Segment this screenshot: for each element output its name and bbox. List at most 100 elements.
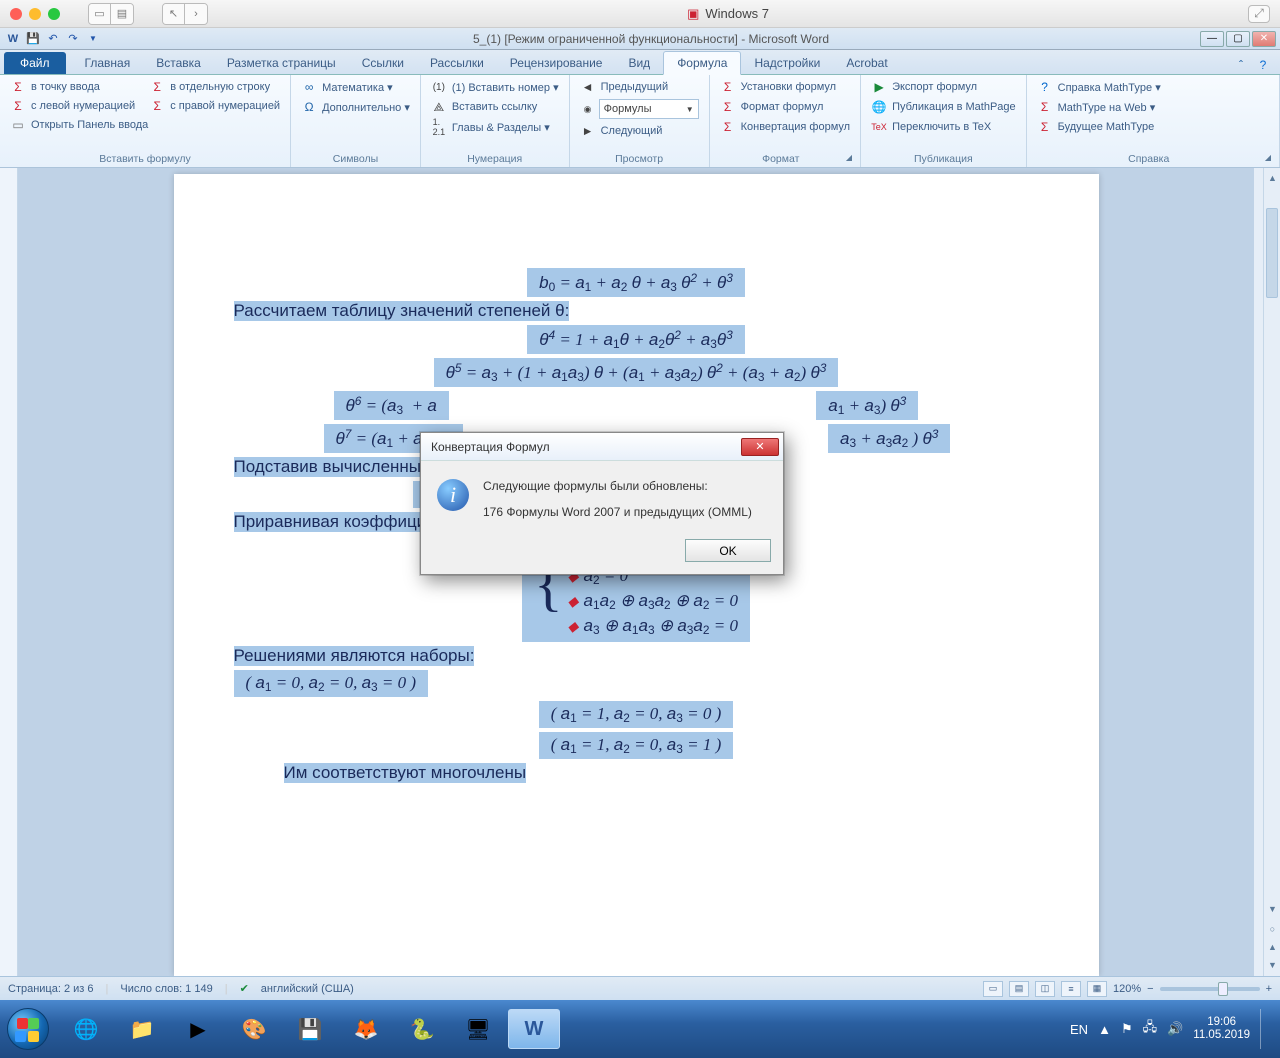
tab-insert[interactable]: Вставка <box>143 52 214 74</box>
cmd-next[interactable]: ►Следующий <box>576 122 703 140</box>
qat-dropdown-icon[interactable]: ▼ <box>84 30 102 48</box>
chapters-icon: 1.2.1 <box>431 119 447 135</box>
cmd-insert-number[interactable]: (1)(1) Вставить номер ▾ <box>427 78 563 96</box>
tab-review[interactable]: Рецензирование <box>497 52 616 74</box>
dialog-close-button[interactable]: ✕ <box>741 438 779 456</box>
redo-icon[interactable]: ↷ <box>64 30 82 48</box>
dialog-title: Конвертация Формул <box>431 440 550 454</box>
web-layout-view-button[interactable]: ◫ <box>1035 981 1055 997</box>
dialog-ok-button[interactable]: OK <box>685 539 771 562</box>
tray-network-icon[interactable]: 🖧 <box>1143 1018 1158 1040</box>
tab-mailings[interactable]: Рассылки <box>417 52 497 74</box>
status-page[interactable]: Страница: 2 из 6 <box>8 983 94 995</box>
taskbar-word[interactable]: W <box>508 1009 560 1049</box>
tray-flag-icon[interactable]: ⚑ <box>1121 1021 1133 1037</box>
cmd-export-formulas[interactable]: ▶Экспорт формул <box>867 78 1020 96</box>
cmd-publish-mathpage[interactable]: 🌐Публикация в MathPage <box>867 98 1020 116</box>
browse-object-icon[interactable]: ○ <box>1265 921 1280 936</box>
draft-view-button[interactable]: ▦ <box>1087 981 1107 997</box>
zoom-window-button[interactable] <box>48 8 60 20</box>
taskbar-media[interactable]: ▶ <box>172 1009 224 1049</box>
cmd-insert-reference[interactable]: ⟁Вставить ссылку <box>427 98 563 116</box>
prev-page-icon[interactable]: ▲ <box>1265 939 1280 954</box>
statusbar: Страница: 2 из 6 | Число слов: 1 149 | ✔… <box>0 976 1280 1000</box>
undo-icon[interactable]: ↶ <box>44 30 62 48</box>
status-wordcount[interactable]: Число слов: 1 149 <box>120 983 212 995</box>
taskbar-app2[interactable]: 💾 <box>284 1009 336 1049</box>
minimize-button[interactable]: — <box>1200 31 1224 47</box>
cmd-right-numbering[interactable]: Σс правой нумерацией <box>145 97 284 115</box>
dialog-titlebar[interactable]: Конвертация Формул ✕ <box>421 433 783 461</box>
cmd-mathtype-help[interactable]: ?Справка MathType ▾ <box>1033 78 1273 96</box>
zoom-slider[interactable] <box>1160 987 1260 991</box>
cmd-mathtype-future[interactable]: ΣБудущее MathType <box>1033 118 1273 136</box>
fullscreen-reading-view-button[interactable]: ▤ <box>1009 981 1029 997</box>
vertical-scrollbar[interactable]: ▲ ▼ ○ ▲ ▼ <box>1263 168 1280 976</box>
print-layout-view-button[interactable]: ▭ <box>983 981 1003 997</box>
chevron-right-icon[interactable]: › <box>185 4 207 24</box>
cmd-open-input-panel[interactable]: ▭Открыть Панель ввода <box>6 116 284 134</box>
cmd-format-formulas[interactable]: ΣФормат формул <box>716 98 854 116</box>
tab-addins[interactable]: Надстройки <box>741 52 833 74</box>
maximize-button[interactable]: ▢ <box>1226 31 1250 47</box>
close-window-button[interactable] <box>10 8 22 20</box>
tab-home[interactable]: Главная <box>72 52 144 74</box>
outline-view-button[interactable]: ≡ <box>1061 981 1081 997</box>
start-button[interactable] <box>0 1000 56 1058</box>
scroll-down-icon[interactable]: ▼ <box>1265 901 1280 916</box>
tray-volume-icon[interactable]: 🔊 <box>1167 1021 1183 1037</box>
tab-pagelayout[interactable]: Разметка страницы <box>214 52 349 74</box>
zoom-in-button[interactable]: + <box>1266 983 1272 995</box>
status-language[interactable]: английский (США) <box>261 983 354 995</box>
taskbar-app3[interactable]: 🖥 <box>452 1009 504 1049</box>
ribbon-minimize-icon[interactable]: ˆ <box>1232 56 1250 74</box>
proofing-icon[interactable]: ✔ <box>240 982 249 995</box>
fullscreen-icon[interactable]: ⤢ <box>1248 5 1270 23</box>
cmd-formula-settings[interactable]: ΣУстановки формул <box>716 78 854 96</box>
cmd-previous[interactable]: ◄Предыдущий <box>576 78 703 96</box>
close-button[interactable]: ✕ <box>1252 31 1276 47</box>
pointer-icon[interactable]: ↖ <box>163 4 185 24</box>
cmd-math[interactable]: ∞Математика ▾ <box>297 78 414 96</box>
tab-acrobat[interactable]: Acrobat <box>833 52 900 74</box>
vertical-ruler[interactable] <box>0 168 18 976</box>
radio-icon: ◉ <box>580 101 596 117</box>
cmd-chapters-sections[interactable]: 1.2.1Главы & Разделы ▾ <box>427 118 563 136</box>
scrollbar-thumb[interactable] <box>1266 208 1278 298</box>
taskbar-python[interactable]: 🐍 <box>396 1009 448 1049</box>
layout-icon[interactable]: ▭ <box>89 4 111 24</box>
cmd-mathtype-web[interactable]: ΣMathType на Web ▾ <box>1033 98 1273 116</box>
scroll-up-icon[interactable]: ▲ <box>1265 170 1280 185</box>
cmd-additional[interactable]: ΩДополнительно ▾ <box>297 98 414 116</box>
ribbon-help-icon[interactable]: ? <box>1254 56 1272 74</box>
taskbar-app1[interactable]: 🎨 <box>228 1009 280 1049</box>
minimize-window-button[interactable] <box>29 8 41 20</box>
formula-combo[interactable]: ◉Формулы▼ <box>576 98 703 120</box>
tray-show-hidden-icon[interactable]: ▲ <box>1098 1022 1111 1037</box>
tab-formula[interactable]: Формула <box>663 51 741 75</box>
tab-references[interactable]: Ссылки <box>349 52 417 74</box>
tray-lang[interactable]: EN <box>1070 1022 1088 1037</box>
show-desktop-button[interactable] <box>1260 1009 1268 1049</box>
save-icon[interactable]: 💾 <box>24 30 42 48</box>
quicklook-icon[interactable]: ▤ <box>111 4 133 24</box>
zoom-out-button[interactable]: − <box>1147 983 1153 995</box>
cmd-insert-separate-line[interactable]: Σв отдельную строку <box>145 78 284 96</box>
tex-icon: TeX <box>871 119 887 135</box>
taskbar-explorer[interactable]: 📁 <box>116 1009 168 1049</box>
file-tab[interactable]: Файл <box>4 52 66 74</box>
zoom-level[interactable]: 120% <box>1113 983 1141 995</box>
zoom-slider-handle[interactable] <box>1218 982 1228 996</box>
cmd-switch-tex[interactable]: TeXПереключить в TeX <box>867 118 1020 136</box>
tab-view[interactable]: Вид <box>615 52 663 74</box>
window-traffic-lights <box>10 8 60 20</box>
cmd-insert-at-cursor[interactable]: Σв точку ввода <box>6 78 139 96</box>
next-page-icon[interactable]: ▼ <box>1265 957 1280 972</box>
cmd-left-numbering[interactable]: Σс левой нумерацией <box>6 97 139 115</box>
taskbar-firefox[interactable]: 🦊 <box>340 1009 392 1049</box>
document-page[interactable]: b0 = a1 + a2 θ + a3 θ2 + θ3 Рассчитаем т… <box>174 174 1099 976</box>
taskbar-ie[interactable]: 🌐 <box>60 1009 112 1049</box>
tray-clock[interactable]: 19:0611.05.2019 <box>1193 1016 1250 1042</box>
group-title-symbols: Символы <box>297 151 414 167</box>
cmd-convert-formulas[interactable]: ΣКонвертация формул <box>716 118 854 136</box>
